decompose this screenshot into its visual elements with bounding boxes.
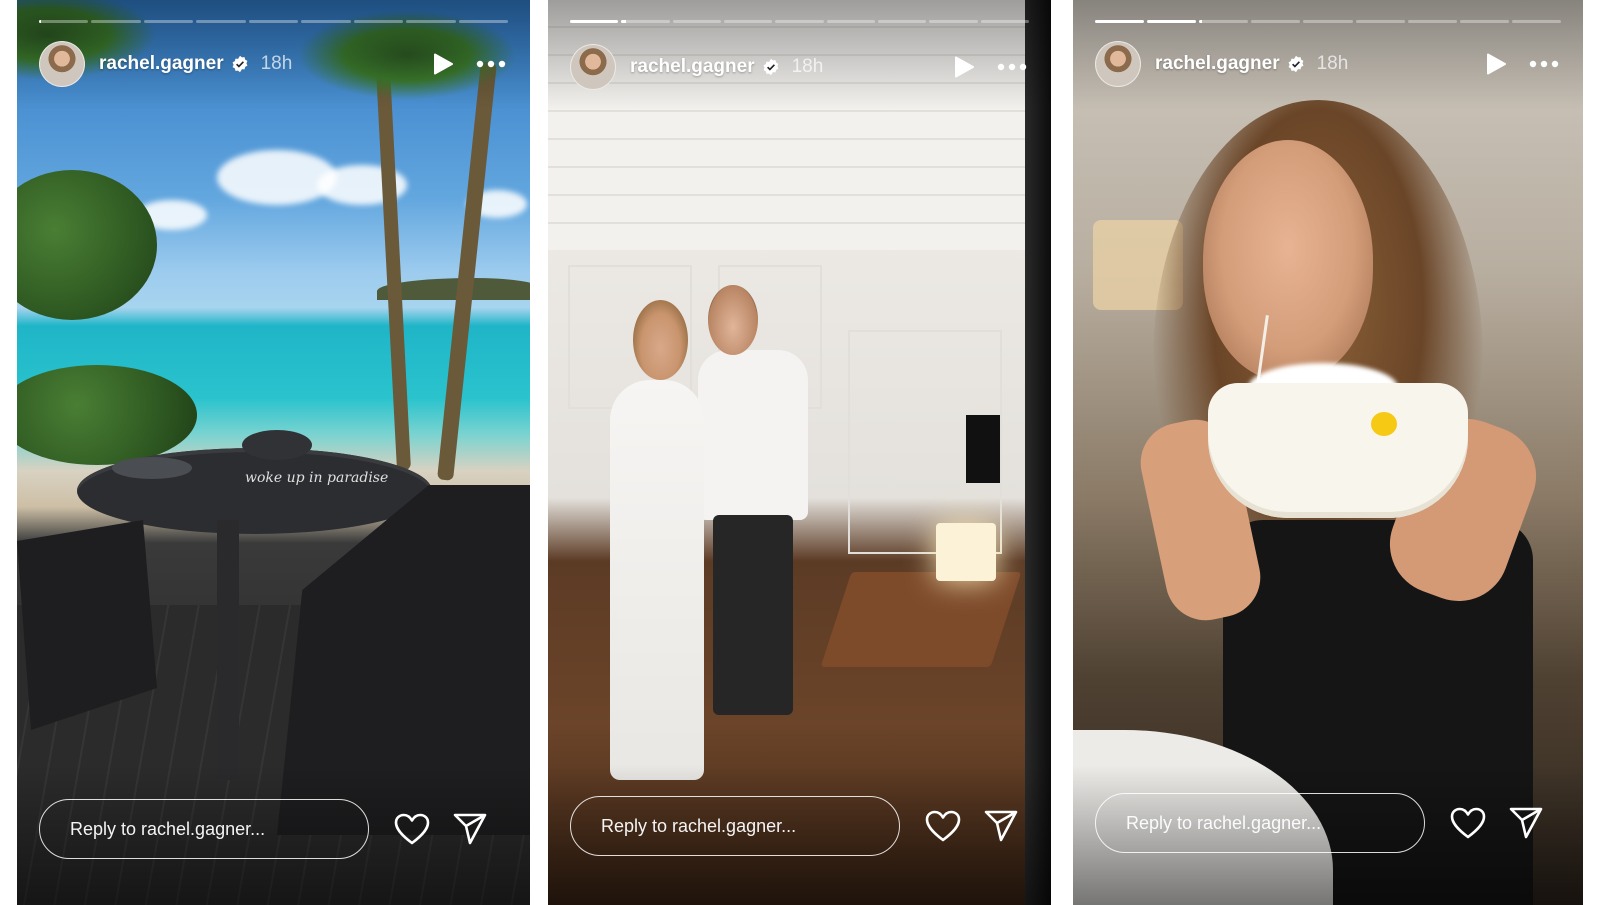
progress-segment <box>1407 20 1457 23</box>
progress-segment <box>1355 20 1405 23</box>
more-options-icon[interactable] <box>995 50 1029 84</box>
progress-segment <box>980 20 1029 23</box>
story-panel-3[interactable]: rachel.gagner 18h <box>1073 0 1583 905</box>
progress-segment <box>775 20 824 23</box>
story-footer <box>1095 791 1561 855</box>
send-icon[interactable] <box>980 805 1022 847</box>
story-panel-1[interactable]: woke up in paradise rachel.gagner 18h <box>17 0 530 905</box>
progress-segment <box>826 20 875 23</box>
story-header: rachel.gagner 18h <box>39 40 508 88</box>
progress-segment <box>353 20 404 23</box>
heart-icon[interactable] <box>922 805 964 847</box>
verified-badge-icon <box>231 55 249 73</box>
story-panel-2[interactable]: rachel.gagner 18h <box>548 0 1051 905</box>
avatar[interactable] <box>570 44 616 90</box>
reply-input[interactable] <box>39 799 369 859</box>
send-icon[interactable] <box>449 808 491 850</box>
progress-segment <box>248 20 299 23</box>
progress-segment <box>1095 20 1145 23</box>
progress-segment <box>406 20 456 23</box>
story-header: rachel.gagner 18h <box>570 43 1029 91</box>
play-icon[interactable] <box>1479 47 1513 81</box>
progress-segment <box>301 20 351 23</box>
post-time: 18h <box>260 53 293 74</box>
progress-segment <box>570 20 619 23</box>
post-time: 18h <box>1316 53 1349 74</box>
progress-segment <box>1511 20 1561 23</box>
progress-segment <box>877 20 927 23</box>
avatar[interactable] <box>39 41 85 87</box>
reply-input[interactable] <box>1095 793 1425 853</box>
play-icon[interactable] <box>947 50 981 84</box>
more-options-icon[interactable] <box>1527 47 1561 81</box>
story-footer <box>570 794 1029 858</box>
story-progress-bar <box>570 20 1029 23</box>
progress-segment <box>672 20 721 23</box>
progress-segment <box>196 20 246 23</box>
verified-badge-icon <box>762 58 780 76</box>
story-caption: woke up in paradise <box>245 470 389 486</box>
progress-segment <box>723 20 773 23</box>
verified-badge-icon <box>1287 55 1305 73</box>
send-icon[interactable] <box>1505 802 1547 844</box>
play-icon[interactable] <box>426 47 460 81</box>
more-options-icon[interactable] <box>474 47 508 81</box>
heart-icon[interactable] <box>1447 802 1489 844</box>
username[interactable]: rachel.gagner <box>99 53 224 75</box>
progress-segment <box>1303 20 1353 23</box>
story-progress-bar <box>1095 20 1561 23</box>
progress-segment <box>143 20 194 23</box>
story-progress-bar <box>39 20 508 23</box>
progress-segment <box>621 20 670 23</box>
progress-segment <box>91 20 141 23</box>
progress-segment <box>1147 20 1197 23</box>
story-header: rachel.gagner 18h <box>1095 40 1561 88</box>
progress-segment <box>1199 20 1249 23</box>
username[interactable]: rachel.gagner <box>630 56 755 78</box>
progress-segment <box>39 20 89 23</box>
avatar[interactable] <box>1095 41 1141 87</box>
reply-input[interactable] <box>570 796 900 856</box>
progress-segment <box>1459 20 1509 23</box>
story-footer <box>39 797 508 861</box>
progress-segment <box>458 20 508 23</box>
heart-icon[interactable] <box>391 808 433 850</box>
post-time: 18h <box>791 56 824 77</box>
progress-segment <box>1251 20 1301 23</box>
username[interactable]: rachel.gagner <box>1155 53 1280 75</box>
progress-segment <box>929 20 978 23</box>
